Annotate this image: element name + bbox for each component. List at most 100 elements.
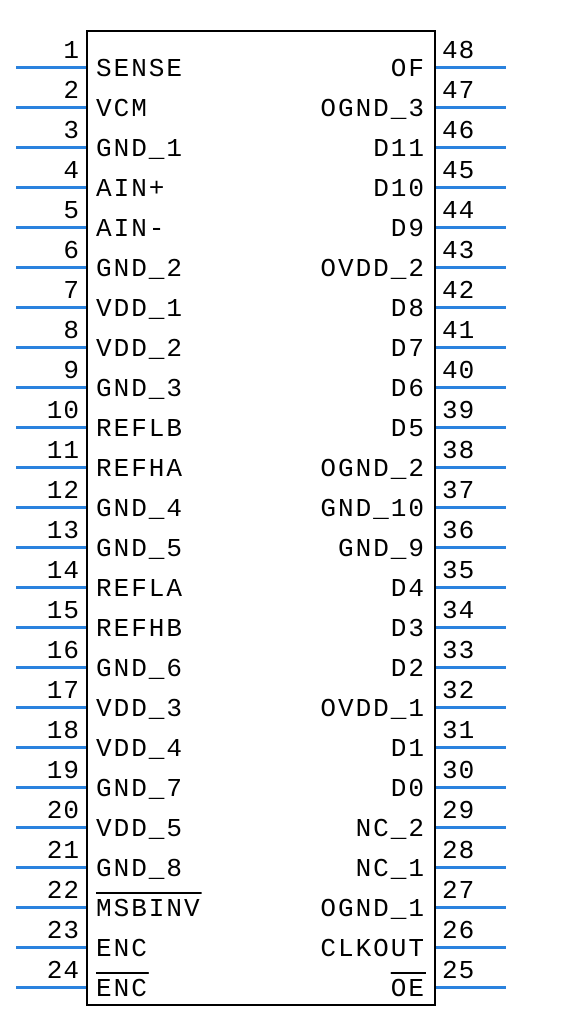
pin-number: 42: [442, 276, 506, 306]
pin-label: ENC: [96, 974, 149, 1004]
pin-lead: [16, 786, 86, 789]
pin-lead: [436, 906, 506, 909]
pin-row: 2VCM: [16, 70, 261, 110]
pin-number: 9: [16, 356, 80, 386]
pin-row: 14REFLA: [16, 550, 261, 590]
pin-row: 1SENSE: [16, 30, 261, 70]
pin-lead: [16, 906, 86, 909]
pin-number: 48: [442, 36, 506, 66]
pin-row: 6GND_2: [16, 230, 261, 270]
pin-lead: [436, 66, 506, 69]
pin-lead: [436, 586, 506, 589]
pin-row: 8VDD_2: [16, 310, 261, 350]
pin-lead: [16, 706, 86, 709]
pin-row: 12GND_4: [16, 470, 261, 510]
pin-number: 24: [16, 956, 80, 986]
pin-row: 43OVDD_2: [261, 230, 506, 270]
pin-lead: [436, 306, 506, 309]
pin-lead: [16, 546, 86, 549]
pin-number: 38: [442, 436, 506, 466]
pin-lead: [16, 866, 86, 869]
pin-row: 29NC_2: [261, 790, 506, 830]
pin-number: 33: [442, 636, 506, 666]
pin-row: 4AIN+: [16, 150, 261, 190]
pin-number: 13: [16, 516, 80, 546]
pin-row: 18VDD_4: [16, 710, 261, 750]
pin-number: 47: [442, 76, 506, 106]
pin-row: 45D10: [261, 150, 506, 190]
pin-row: 19GND_7: [16, 750, 261, 790]
pin-number: 21: [16, 836, 80, 866]
pin-lead: [436, 226, 506, 229]
pin-lead: [436, 426, 506, 429]
pin-row: 31D1: [261, 710, 506, 750]
pin-label: OE: [391, 974, 426, 1004]
pin-lead: [16, 146, 86, 149]
pin-number: 32: [442, 676, 506, 706]
pin-row: 9GND_3: [16, 350, 261, 390]
pin-row: 40D6: [261, 350, 506, 390]
pin-lead: [436, 546, 506, 549]
pin-row: 41D7: [261, 310, 506, 350]
pin-number: 31: [442, 716, 506, 746]
pin-number: 36: [442, 516, 506, 546]
pin-row: 46D11: [261, 110, 506, 150]
pin-lead: [436, 466, 506, 469]
pin-number: 8: [16, 316, 80, 346]
pin-lead: [16, 226, 86, 229]
pin-lead: [436, 786, 506, 789]
pin-number: 2: [16, 76, 80, 106]
pin-number: 29: [442, 796, 506, 826]
pin-row: 47OGND_3: [261, 70, 506, 110]
pin-row: 10REFLB: [16, 390, 261, 430]
pin-lead: [16, 986, 86, 989]
pin-lead: [436, 266, 506, 269]
pin-lead: [16, 306, 86, 309]
pin-number: 10: [16, 396, 80, 426]
pin-number: 27: [442, 876, 506, 906]
pin-number: 7: [16, 276, 80, 306]
pin-row: 27OGND_1: [261, 870, 506, 910]
pin-row: 26CLKOUT: [261, 910, 506, 950]
pin-lead: [16, 466, 86, 469]
pin-row: 17VDD_3: [16, 670, 261, 710]
pin-row: 11REFHA: [16, 430, 261, 470]
pin-row: 15REFHB: [16, 590, 261, 630]
pin-lead: [16, 386, 86, 389]
pin-number: 18: [16, 716, 80, 746]
pin-number: 45: [442, 156, 506, 186]
pin-number: 12: [16, 476, 80, 506]
pin-lead: [16, 346, 86, 349]
pin-lead: [436, 346, 506, 349]
pin-number: 4: [16, 156, 80, 186]
pin-lead: [436, 106, 506, 109]
pin-lead: [16, 826, 86, 829]
pin-row: 28NC_1: [261, 830, 506, 870]
pin-number: 20: [16, 796, 80, 826]
pin-number: 16: [16, 636, 80, 666]
pin-row: 39D5: [261, 390, 506, 430]
pin-number: 39: [442, 396, 506, 426]
pin-number: 14: [16, 556, 80, 586]
pin-row: 42D8: [261, 270, 506, 310]
pin-number: 30: [442, 756, 506, 786]
pin-number: 34: [442, 596, 506, 626]
pin-row: 36GND_9: [261, 510, 506, 550]
pin-lead: [436, 986, 506, 989]
pin-number: 17: [16, 676, 80, 706]
pin-lead: [436, 386, 506, 389]
pin-row: 13GND_5: [16, 510, 261, 550]
pin-lead: [436, 946, 506, 949]
pin-lead: [436, 186, 506, 189]
pin-row: 37GND_10: [261, 470, 506, 510]
pin-number: 15: [16, 596, 80, 626]
pin-number: 44: [442, 196, 506, 226]
pin-number: 23: [16, 916, 80, 946]
pin-row: 5AIN-: [16, 190, 261, 230]
pin-number: 37: [442, 476, 506, 506]
pin-lead: [16, 106, 86, 109]
pin-row: 22MSBINV: [16, 870, 261, 910]
pin-lead: [16, 626, 86, 629]
pin-number: 41: [442, 316, 506, 346]
pin-number: 22: [16, 876, 80, 906]
